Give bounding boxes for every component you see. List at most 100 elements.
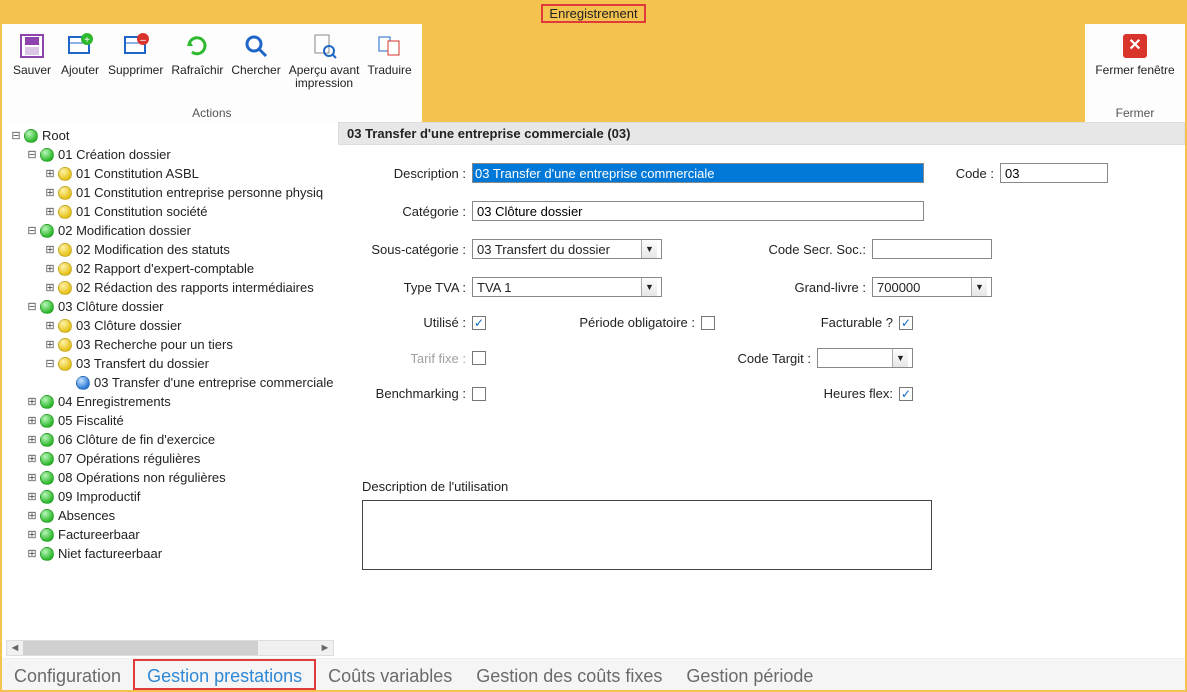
form-header: 03 Transfer d'une entreprise commerciale… — [338, 122, 1185, 145]
label-code-secr: Code Secr. Soc.: — [722, 242, 872, 257]
magnifier-icon — [242, 32, 270, 60]
tree-item-selected[interactable]: ·03 Transfer d'une entreprise commercial… — [8, 373, 338, 392]
svg-text:+: + — [84, 35, 90, 46]
tree-item[interactable]: ⊞04 Enregistrements — [8, 392, 338, 411]
scroll-left-icon[interactable]: ◄ — [7, 642, 23, 654]
svg-text:–: – — [140, 35, 146, 46]
tree-item[interactable]: ⊞08 Opérations non régulières — [8, 468, 338, 487]
periode-checkbox[interactable] — [701, 316, 715, 330]
tree-item[interactable]: ⊟01 Création dossier — [8, 145, 338, 164]
table-plus-icon: + — [66, 32, 94, 60]
close-group-label: Fermer — [1091, 104, 1179, 120]
label-code-targit: Code Targit : — [738, 351, 817, 366]
title-bar: Enregistrement — [2, 2, 1185, 24]
delete-label: Supprimer — [108, 64, 163, 77]
tree-item[interactable]: ⊞06 Clôture de fin d'exercice — [8, 430, 338, 449]
chevron-down-icon: ▼ — [892, 349, 908, 367]
label-desc-util: Description de l'utilisation — [362, 479, 1163, 494]
tree-item[interactable]: ⊞02 Rapport d'expert-comptable — [8, 259, 338, 278]
close-icon: ✕ — [1121, 32, 1149, 60]
tree-item[interactable]: ⊞03 Recherche pour un tiers — [8, 335, 338, 354]
description-input[interactable]: 03 Transfer d'une entreprise commerciale — [472, 163, 924, 183]
refresh-icon — [183, 32, 211, 60]
floppy-icon — [18, 32, 46, 60]
content-area: ⊟Root ⊟01 Création dossier ⊞01 Constitut… — [2, 122, 1185, 658]
tab-gestion-prestations[interactable]: Gestion prestations — [133, 659, 316, 690]
preview-label: Aperçu avant impression — [289, 64, 360, 90]
label-categorie: Catégorie : — [348, 204, 472, 219]
main-window: Enregistrement Sauver + Ajouter – Suppri… — [0, 0, 1187, 692]
code-secr-input[interactable] — [872, 239, 992, 259]
tab-configuration[interactable]: Configuration — [2, 659, 133, 690]
chevron-down-icon: ▼ — [641, 278, 657, 296]
benchmarking-checkbox[interactable] — [472, 387, 486, 401]
tree-item[interactable]: ⊞01 Constitution ASBL — [8, 164, 338, 183]
label-code: Code : — [944, 166, 1000, 181]
tree-panel[interactable]: ⊟Root ⊟01 Création dossier ⊞01 Constitut… — [2, 122, 338, 658]
label-benchmarking: Benchmarking : — [348, 386, 472, 401]
code-targit-combo[interactable]: ▼ — [817, 348, 913, 368]
search-button[interactable]: Chercher — [227, 28, 284, 104]
chevron-down-icon: ▼ — [641, 240, 657, 258]
label-grand-livre: Grand-livre : — [722, 280, 872, 295]
label-type-tva: Type TVA : — [348, 280, 472, 295]
type-tva-combo[interactable]: TVA 1▼ — [472, 277, 662, 297]
label-tarif-fixe: Tarif fixe : — [348, 351, 472, 366]
table-minus-icon: – — [122, 32, 150, 60]
refresh-button[interactable]: Rafraîchir — [167, 28, 227, 104]
tree-item[interactable]: ⊞05 Fiscalité — [8, 411, 338, 430]
preview-button[interactable]: Aperçu avant impression — [285, 28, 364, 104]
sous-categorie-combo[interactable]: 03 Transfert du dossier▼ — [472, 239, 662, 259]
facturable-checkbox[interactable]: ✓ — [899, 316, 913, 330]
utilise-checkbox[interactable]: ✓ — [472, 316, 486, 330]
tree-item[interactable]: ⊞Absences — [8, 506, 338, 525]
code-input[interactable] — [1000, 163, 1108, 183]
search-label: Chercher — [231, 64, 280, 77]
tree-item[interactable]: ⊞01 Constitution entreprise personne phy… — [8, 183, 338, 202]
bottom-tabs: Configuration Gestion prestations Coûts … — [2, 658, 1185, 690]
form-panel: 03 Transfer d'une entreprise commerciale… — [338, 122, 1185, 658]
tarif-checkbox[interactable] — [472, 351, 486, 365]
tree-item[interactable]: ⊞Niet factureerbaar — [8, 544, 338, 563]
scroll-right-icon[interactable]: ► — [317, 642, 333, 654]
tree-root[interactable]: ⊟Root — [8, 126, 338, 145]
tree-item[interactable]: ⊟02 Modification dossier — [8, 221, 338, 240]
close-window-label: Fermer fenêtre — [1095, 64, 1174, 77]
tab-couts-variables[interactable]: Coûts variables — [316, 659, 464, 690]
tree-item[interactable]: ⊞09 Improductif — [8, 487, 338, 506]
grand-livre-combo[interactable]: 700000▼ — [872, 277, 992, 297]
tab-gestion-couts-fixes[interactable]: Gestion des coûts fixes — [464, 659, 674, 690]
tree-item[interactable]: ⊞02 Rédaction des rapports intermédiaire… — [8, 278, 338, 297]
tab-gestion-periode[interactable]: Gestion période — [674, 659, 825, 690]
close-window-button[interactable]: ✕ Fermer fenêtre — [1091, 28, 1178, 104]
translate-button[interactable]: Traduire — [363, 28, 415, 104]
add-button[interactable]: + Ajouter — [56, 28, 104, 104]
label-periode: Période obligatoire : — [506, 315, 701, 330]
page-magnifier-icon — [310, 32, 338, 60]
heures-flex-checkbox[interactable]: ✓ — [899, 387, 913, 401]
label-utilise: Utilisé : — [348, 315, 472, 330]
delete-button[interactable]: – Supprimer — [104, 28, 167, 104]
actions-group-label: Actions — [8, 104, 416, 120]
tree-item[interactable]: ⊞Factureerbaar — [8, 525, 338, 544]
categorie-input[interactable] — [472, 201, 924, 221]
label-heures-flex: Heures flex: — [824, 386, 899, 401]
save-label: Sauver — [13, 64, 51, 77]
ribbon: Sauver + Ajouter – Supprimer Rafraîchir … — [2, 24, 1185, 122]
save-button[interactable]: Sauver — [8, 28, 56, 104]
tree-h-scrollbar[interactable]: ◄ ► — [6, 640, 334, 656]
tree-item[interactable]: ⊞07 Opérations régulières — [8, 449, 338, 468]
tree-item[interactable]: ⊟03 Transfert du dossier — [8, 354, 338, 373]
translate-icon — [376, 32, 404, 60]
label-description: Description : — [348, 166, 472, 181]
tree-item[interactable]: ⊞02 Modification des statuts — [8, 240, 338, 259]
label-facturable: Facturable ? — [821, 315, 899, 330]
tree-item[interactable]: ⊟03 Clôture dossier — [8, 297, 338, 316]
tree-item[interactable]: ⊞03 Clôture dossier — [8, 316, 338, 335]
add-label: Ajouter — [61, 64, 99, 77]
desc-util-textarea[interactable] — [362, 500, 932, 570]
refresh-label: Rafraîchir — [171, 64, 223, 77]
tree-item[interactable]: ⊞01 Constitution société — [8, 202, 338, 221]
translate-label: Traduire — [367, 64, 411, 77]
window-title: Enregistrement — [541, 4, 645, 23]
